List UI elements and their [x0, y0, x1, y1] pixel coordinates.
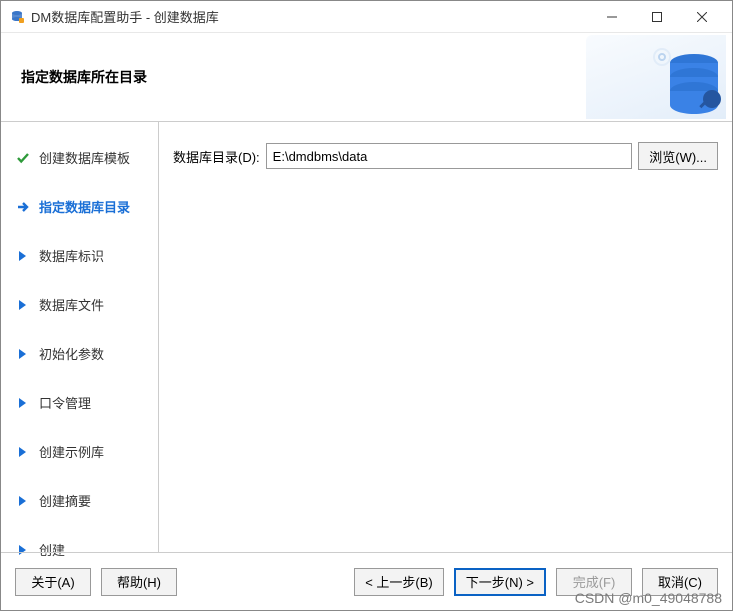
- cancel-button[interactable]: 取消(C): [642, 568, 718, 596]
- directory-input[interactable]: [266, 143, 633, 169]
- wizard-body: 创建数据库模板 指定数据库目录 数据库标识 数据库文件 初始化参数: [1, 122, 732, 552]
- page-title: 指定数据库所在目录: [21, 67, 147, 87]
- finish-button: 完成(F): [556, 568, 632, 596]
- step-sample-db[interactable]: 创建示例库: [1, 434, 158, 469]
- step-database-id[interactable]: 数据库标识: [1, 238, 158, 273]
- step-label: 创建数据库模板: [39, 148, 130, 167]
- step-label: 创建摘要: [39, 491, 91, 510]
- browse-button[interactable]: 浏览(W)...: [638, 142, 718, 170]
- wizard-header: 指定数据库所在目录: [1, 33, 732, 121]
- help-button[interactable]: 帮助(H): [101, 568, 177, 596]
- step-label: 数据库文件: [39, 295, 104, 314]
- step-label: 数据库标识: [39, 246, 104, 265]
- step-label: 口令管理: [39, 393, 91, 412]
- triangle-right-icon: [15, 495, 31, 507]
- step-label: 指定数据库目录: [39, 197, 130, 216]
- next-button[interactable]: 下一步(N) >: [454, 568, 546, 596]
- triangle-right-icon: [15, 446, 31, 458]
- back-button[interactable]: < 上一步(B): [354, 568, 444, 596]
- triangle-right-icon: [15, 397, 31, 409]
- header-art: [586, 35, 726, 119]
- about-button[interactable]: 关于(A): [15, 568, 91, 596]
- check-icon: [15, 151, 31, 165]
- step-database-files[interactable]: 数据库文件: [1, 287, 158, 322]
- directory-row: 数据库目录(D): 浏览(W)...: [173, 142, 718, 170]
- step-create-template[interactable]: 创建数据库模板: [1, 140, 158, 175]
- step-init-params[interactable]: 初始化参数: [1, 336, 158, 371]
- maximize-button[interactable]: [634, 3, 679, 31]
- triangle-right-icon: [15, 348, 31, 360]
- app-icon: [9, 9, 25, 25]
- step-specify-directory[interactable]: 指定数据库目录: [1, 189, 158, 224]
- triangle-right-icon: [15, 250, 31, 262]
- window-title: DM数据库配置助手 - 创建数据库: [31, 7, 589, 26]
- wizard-main: 数据库目录(D): 浏览(W)...: [159, 122, 732, 552]
- wizard-steps-sidebar: 创建数据库模板 指定数据库目录 数据库标识 数据库文件 初始化参数: [1, 122, 159, 552]
- step-summary[interactable]: 创建摘要: [1, 483, 158, 518]
- close-button[interactable]: [679, 3, 724, 31]
- triangle-right-icon: [15, 299, 31, 311]
- window-controls: [589, 3, 724, 31]
- step-label: 初始化参数: [39, 344, 104, 363]
- arrow-right-icon: [15, 201, 31, 213]
- wizard-footer: 关于(A) 帮助(H) < 上一步(B) 下一步(N) > 完成(F) 取消(C…: [1, 552, 732, 610]
- minimize-button[interactable]: [589, 3, 634, 31]
- step-password[interactable]: 口令管理: [1, 385, 158, 420]
- title-bar: DM数据库配置助手 - 创建数据库: [1, 1, 732, 33]
- step-label: 创建示例库: [39, 442, 104, 461]
- directory-label: 数据库目录(D):: [173, 147, 260, 166]
